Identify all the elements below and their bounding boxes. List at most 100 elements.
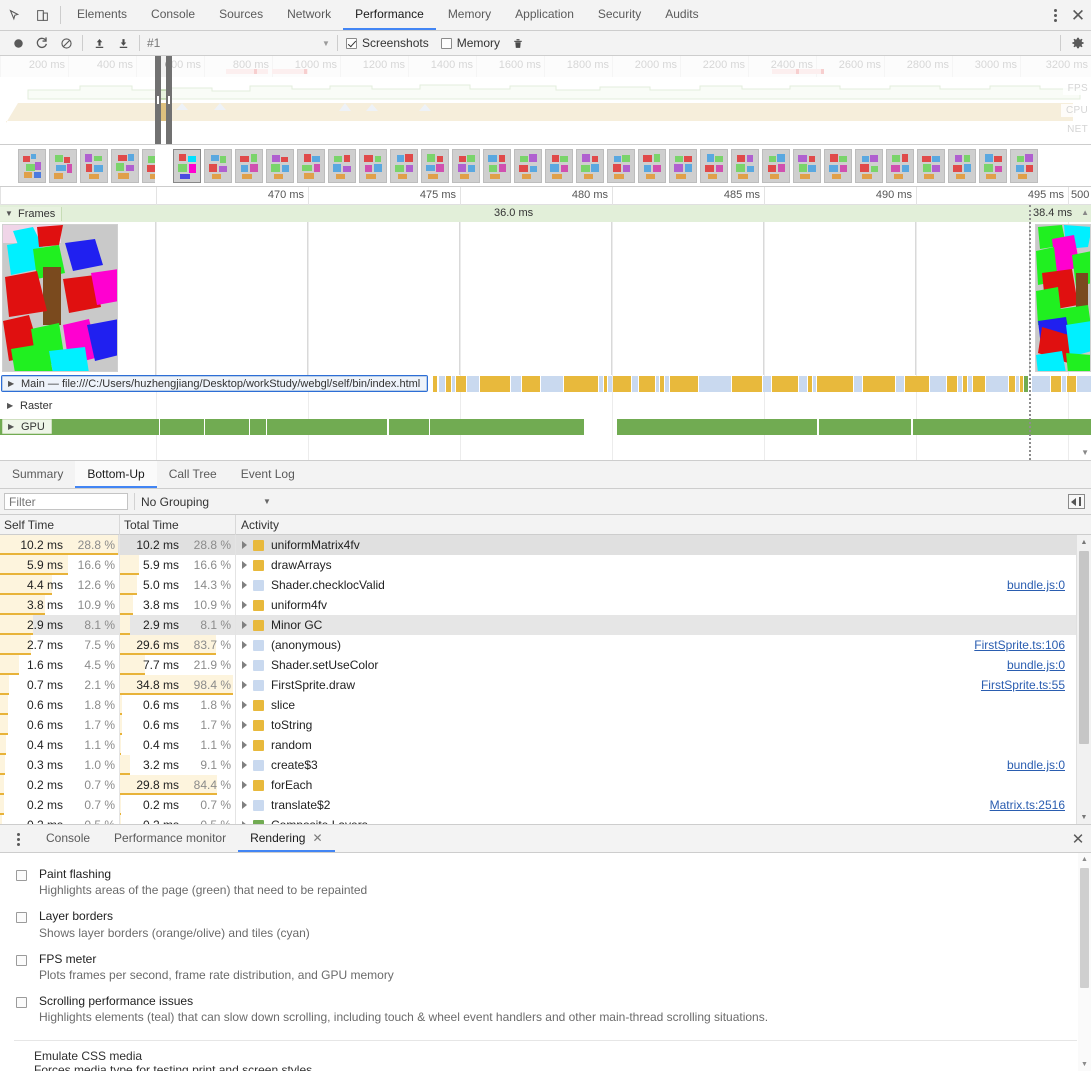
- expand-row-icon[interactable]: [242, 721, 247, 729]
- screenshots-checkbox[interactable]: Screenshots: [346, 36, 429, 50]
- drawer-tab-console[interactable]: Console: [34, 825, 102, 852]
- reload-and-record-icon[interactable]: [30, 32, 54, 54]
- chevron-right-icon[interactable]: ▶: [7, 401, 17, 410]
- expand-row-icon[interactable]: [242, 681, 247, 689]
- filmstrip-frame[interactable]: [328, 148, 356, 183]
- tab-application[interactable]: Application: [503, 0, 586, 30]
- filmstrip-frame[interactable]: [762, 148, 790, 183]
- filmstrip-frame[interactable]: [80, 148, 108, 183]
- timeline-overview[interactable]: 200 ms 400 ms 600 ms 800 ms 1000 ms 1200…: [0, 56, 1091, 145]
- frames-track-title[interactable]: ▼ Frames: [0, 206, 63, 221]
- frame-screenshot[interactable]: [1035, 224, 1091, 372]
- frames-track-header[interactable]: ▼ Frames 36.0 ms 38.4 ms: [0, 205, 1091, 222]
- rendering-option-scrolling-performance-issues[interactable]: Scrolling performance issues Highlights …: [0, 988, 1091, 1030]
- table-row[interactable]: 0.6 ms 1.7 % 0.6 ms 1.7 % toString: [0, 715, 1091, 735]
- filmstrip-frame[interactable]: [731, 148, 759, 183]
- table-row[interactable]: 2.7 ms 7.5 % 29.6 ms 83.7 % (anonymous) First…: [0, 635, 1091, 655]
- tab-event-log[interactable]: Event Log: [229, 461, 307, 488]
- rendering-option-fps-meter[interactable]: FPS meter Plots frames per second, frame…: [0, 946, 1091, 988]
- filmstrip-frame[interactable]: [576, 148, 604, 183]
- cell-activity[interactable]: create$3 bundle.js:0: [236, 758, 1091, 772]
- column-header-total-time[interactable]: Total Time: [120, 514, 236, 535]
- filmstrip-frame[interactable]: [607, 148, 635, 183]
- gpu-track-bars[interactable]: [0, 418, 1091, 435]
- inspect-element-icon[interactable]: [0, 0, 28, 30]
- checkbox-box[interactable]: [16, 997, 27, 1009]
- table-row[interactable]: 0.2 ms 0.7 % 29.8 ms 84.4 % forEach: [0, 775, 1091, 795]
- table-row[interactable]: 3.8 ms 10.9 % 3.8 ms 10.9 % uniform4fv: [0, 595, 1091, 615]
- filmstrip-frame[interactable]: [266, 148, 294, 183]
- chevron-down-icon[interactable]: ▼: [5, 209, 15, 218]
- table-row[interactable]: 10.2 ms 28.8 % 10.2 ms 28.8 % uniformMatrix4…: [0, 535, 1091, 555]
- expand-row-icon[interactable]: [242, 801, 247, 809]
- filter-input[interactable]: [4, 493, 128, 510]
- rendering-section-emulate-css-media[interactable]: Emulate CSS media Forces media type for …: [0, 1045, 1091, 1071]
- expand-row-icon[interactable]: [242, 641, 247, 649]
- filmstrip-frame[interactable]: [1010, 148, 1038, 183]
- frame-cell[interactable]: [308, 222, 460, 375]
- rendering-option-paint-flashing[interactable]: Paint flashing Highlights areas of the p…: [0, 861, 1091, 903]
- scroll-up-icon[interactable]: ▲: [1077, 535, 1091, 549]
- filmstrip-frame-selected[interactable]: [173, 148, 201, 183]
- cell-activity[interactable]: uniform4fv: [236, 598, 1091, 612]
- expand-row-icon[interactable]: [242, 781, 247, 789]
- close-tab-icon[interactable]: ✕: [312, 831, 322, 845]
- filmstrip-frame[interactable]: [917, 148, 945, 183]
- checkbox-box[interactable]: [16, 912, 27, 924]
- filmstrip-track[interactable]: [0, 145, 1091, 187]
- cell-activity[interactable]: Composite Layers: [236, 818, 1091, 824]
- expand-row-icon[interactable]: [242, 621, 247, 629]
- rendering-options-body[interactable]: Paint flashing Highlights areas of the p…: [0, 853, 1091, 1071]
- frame-cell[interactable]: [460, 222, 612, 375]
- close-icon[interactable]: ✕: [1065, 7, 1091, 24]
- scroll-up-icon[interactable]: ▲: [1078, 853, 1091, 866]
- profile-select-input[interactable]: [144, 33, 319, 53]
- cell-activity[interactable]: forEach: [236, 778, 1091, 792]
- table-row[interactable]: 0.2 ms 0.7 % 0.2 ms 0.7 % translate$2 Matrix.…: [0, 795, 1091, 815]
- filmstrip-frame[interactable]: [700, 148, 728, 183]
- filmstrip-frame[interactable]: [638, 148, 666, 183]
- source-link[interactable]: FirstSprite.ts:55: [981, 678, 1065, 692]
- cell-activity[interactable]: Minor GC: [236, 618, 1091, 632]
- source-link[interactable]: bundle.js:0: [1007, 658, 1065, 672]
- table-row[interactable]: 1.6 ms 4.5 % 7.7 ms 21.9 % Shader.setUseColo…: [0, 655, 1091, 675]
- filmstrip-frame[interactable]: [235, 148, 263, 183]
- expand-row-icon[interactable]: [242, 741, 247, 749]
- overview-window-left-handle[interactable]: [155, 56, 161, 144]
- table-row[interactable]: 2.9 ms 8.1 % 2.9 ms 8.1 % Minor GC: [0, 615, 1091, 635]
- frame-screenshot[interactable]: [2, 224, 118, 372]
- source-link[interactable]: FirstSprite.ts:106: [974, 638, 1065, 652]
- expand-row-icon[interactable]: [242, 601, 247, 609]
- main-track[interactable]: ▶ Main — file:///C:/Users/huzhengjiang/D…: [0, 375, 1091, 392]
- cell-activity[interactable]: uniformMatrix4fv: [236, 538, 1091, 552]
- device-toolbar-icon[interactable]: [28, 0, 56, 30]
- gpu-track[interactable]: ▶ GPU: [0, 418, 1091, 435]
- save-profile-icon[interactable]: [111, 32, 135, 54]
- frame-cell[interactable]: [0, 222, 156, 375]
- frame-cell[interactable]: [916, 222, 1030, 375]
- timeline-playhead[interactable]: [1029, 205, 1031, 460]
- collapse-sidebar-icon[interactable]: [1068, 494, 1085, 509]
- source-link[interactable]: bundle.js:0: [1007, 758, 1065, 772]
- chevron-down-icon[interactable]: ▼: [319, 39, 333, 48]
- filmstrip-frame[interactable]: [452, 148, 480, 183]
- scroll-down-icon[interactable]: ▼: [1078, 1058, 1091, 1071]
- filmstrip-frame[interactable]: [855, 148, 883, 183]
- column-header-self-time[interactable]: Self Time: [0, 514, 120, 535]
- tab-bottom-up[interactable]: Bottom-Up: [75, 461, 157, 488]
- overview-window-right-handle[interactable]: [166, 56, 172, 144]
- details-scrollbar[interactable]: ▲ ▼: [1076, 535, 1091, 824]
- clear-recording-icon[interactable]: [54, 32, 78, 54]
- cell-activity[interactable]: translate$2 Matrix.ts:2516: [236, 798, 1091, 812]
- cell-activity[interactable]: FirstSprite.draw FirstSprite.ts:55: [236, 678, 1091, 692]
- expand-row-icon[interactable]: [242, 561, 247, 569]
- frame-cell[interactable]: [764, 222, 916, 375]
- filmstrip-frame[interactable]: [421, 148, 449, 183]
- filmstrip-frame[interactable]: [979, 148, 1007, 183]
- filmstrip-frame[interactable]: [824, 148, 852, 183]
- filmstrip-frame[interactable]: [204, 148, 232, 183]
- cell-activity[interactable]: Shader.checklocValid bundle.js:0: [236, 578, 1091, 592]
- filmstrip-frame[interactable]: [359, 148, 387, 183]
- table-row[interactable]: 0.7 ms 2.1 % 34.8 ms 98.4 % FirstSprite.draw…: [0, 675, 1091, 695]
- timeline-flame-chart[interactable]: ▼ Frames 36.0 ms 38.4 ms ▶ Main — file:/…: [0, 205, 1091, 461]
